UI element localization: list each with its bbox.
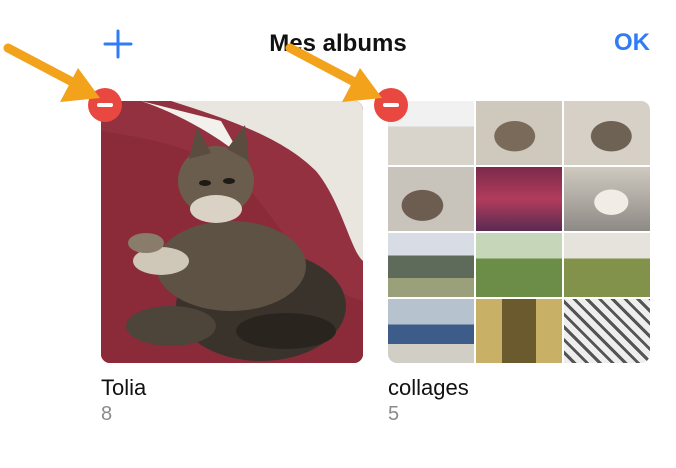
collage-photo bbox=[564, 299, 650, 363]
collage-photo bbox=[476, 299, 562, 363]
collage-photo bbox=[388, 299, 474, 363]
album-name: Tolia bbox=[101, 375, 147, 400]
collage-photo bbox=[476, 167, 562, 231]
collage-photo bbox=[388, 167, 474, 231]
album-tile[interactable]: collages 5 bbox=[388, 101, 650, 426]
arrow-icon bbox=[3, 43, 100, 102]
collage-photo bbox=[564, 101, 650, 165]
collage-photo bbox=[476, 233, 562, 297]
album-thumbnail[interactable] bbox=[388, 101, 650, 363]
collage-photo bbox=[388, 233, 474, 297]
ok-button[interactable]: OK bbox=[614, 29, 650, 57]
cat-photo bbox=[101, 101, 363, 363]
collage-photo bbox=[564, 167, 650, 231]
album-photo-count: 8 bbox=[101, 403, 113, 425]
collage-photo bbox=[564, 233, 650, 297]
album-thumbnail[interactable] bbox=[101, 101, 363, 363]
album-photo-count: 5 bbox=[388, 403, 400, 425]
collage-photo bbox=[476, 101, 562, 165]
album-name: collages bbox=[388, 375, 469, 400]
album-tile[interactable]: Tolia 8 bbox=[101, 101, 363, 426]
collage-grid bbox=[388, 101, 650, 363]
arrow-icon bbox=[285, 43, 382, 102]
